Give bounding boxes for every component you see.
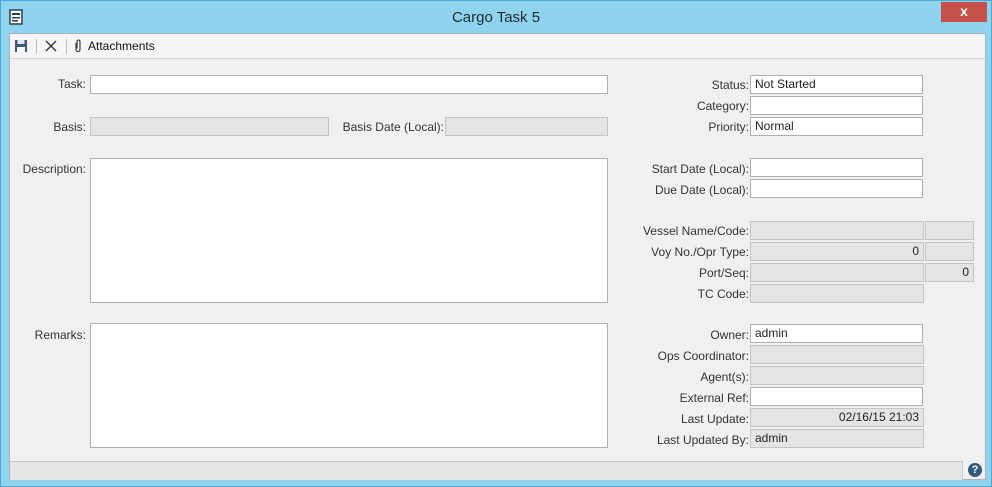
tc-code-field (750, 284, 924, 303)
priority-label: Priority: (708, 120, 749, 134)
attachments-label: Attachments (88, 39, 155, 53)
remarks-label: Remarks: (34, 328, 86, 342)
task-label: Task: (57, 77, 86, 91)
vessel-code-field (925, 221, 974, 240)
start-date-input[interactable] (750, 158, 923, 177)
basis-label: Basis: (53, 120, 86, 134)
last-update-label: Last Update: (680, 412, 749, 426)
basis-field (90, 117, 329, 136)
agents-label: Agent(s): (700, 370, 749, 384)
port-field (750, 263, 924, 282)
delete-button[interactable] (43, 36, 59, 56)
save-button[interactable] (14, 36, 28, 56)
window-title: Cargo Task 5 (451, 9, 541, 26)
vessel-name-field (750, 221, 924, 240)
voy-label: Voy No./Opr Type: (651, 245, 749, 259)
status-bar (10, 461, 963, 480)
task-input[interactable] (90, 75, 608, 94)
paperclip-icon (75, 39, 81, 53)
title-bar: Cargo Task 5 x (1, 1, 991, 33)
owner-select[interactable]: admin (750, 324, 923, 343)
toolbar: Attachments (10, 34, 985, 59)
tc-code-label: TC Code: (697, 287, 749, 301)
opr-type-field (925, 242, 974, 261)
save-icon (15, 40, 27, 52)
last-updated-by-field: admin (750, 429, 924, 448)
task-form: Attachments Task: Basis: Basis Date (Loc… (9, 33, 986, 480)
external-ref-label: External Ref: (679, 391, 749, 405)
start-date-label: Start Date (Local): (651, 162, 749, 176)
ops-coordinator-label: Ops Coordinator: (657, 349, 749, 363)
due-date-input[interactable] (750, 179, 923, 198)
vessel-label: Vessel Name/Code: (642, 224, 749, 238)
description-textarea[interactable] (90, 158, 608, 303)
ops-coordinator-field (750, 345, 924, 364)
toolbar-separator (36, 39, 37, 54)
owner-label: Owner: (710, 328, 749, 342)
attachments-button[interactable]: Attachments (72, 36, 155, 56)
port-seq-label: Port/Seq: (698, 266, 749, 280)
agents-field (750, 366, 924, 385)
seq-field: 0 (925, 263, 974, 282)
toolbar-separator (66, 39, 67, 54)
help-icon: ? (968, 463, 982, 477)
description-label: Description: (22, 162, 86, 176)
basis-date-field (445, 117, 608, 136)
last-updated-by-label: Last Updated By: (656, 433, 749, 447)
remarks-textarea[interactable] (90, 323, 608, 448)
close-button[interactable]: x (941, 2, 987, 22)
close-icon (45, 40, 57, 52)
external-ref-input[interactable] (750, 387, 923, 406)
category-select[interactable] (750, 96, 923, 115)
voy-no-field: 0 (750, 242, 924, 261)
basis-date-label: Basis Date (Local): (342, 120, 444, 134)
category-label: Category: (696, 99, 749, 113)
status-label: Status: (711, 78, 749, 92)
priority-select[interactable]: Normal (750, 117, 923, 136)
status-select[interactable]: Not Started (750, 75, 923, 94)
last-update-field: 02/16/15 21:03 (750, 408, 924, 427)
due-date-label: Due Date (Local): (654, 183, 749, 197)
cargo-task-window: Cargo Task 5 x Attachments Task: Basis: … (0, 0, 992, 487)
help-button[interactable]: ? (965, 461, 985, 479)
